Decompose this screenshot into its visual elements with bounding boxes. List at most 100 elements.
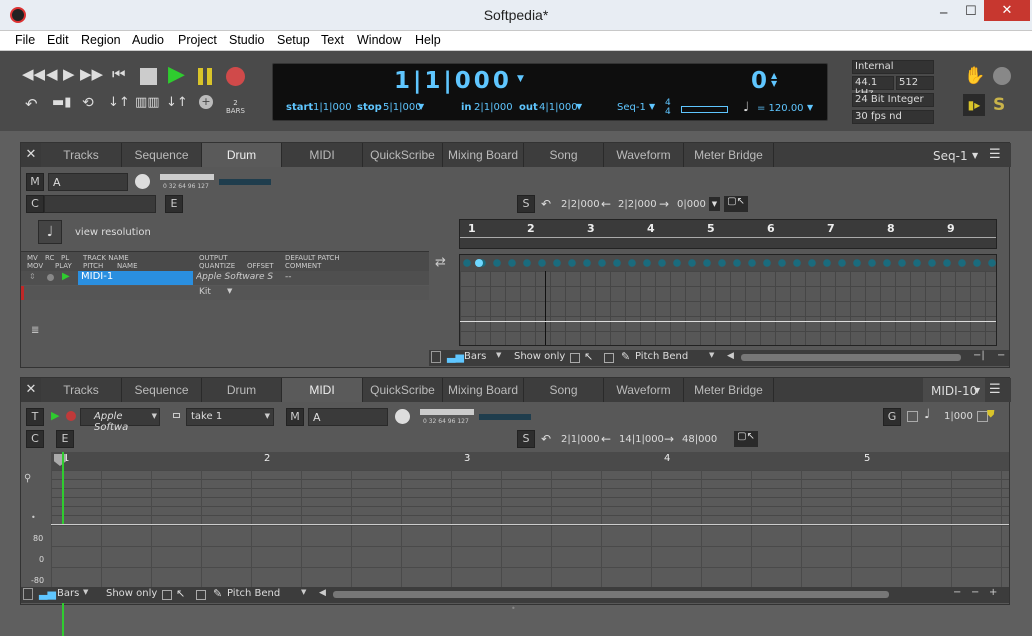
add-track-icon[interactable]: ≣	[31, 325, 39, 336]
midi-pencil-icon[interactable]: ✎	[213, 587, 222, 600]
tempo-slider[interactable]	[681, 106, 728, 113]
seq-select[interactable]: Seq-1	[933, 149, 968, 163]
track-row[interactable]: ⇕ ▶ MIDI-1 Apple Software S --	[21, 271, 429, 285]
stop-dropdown-icon[interactable]: ▼	[418, 102, 424, 111]
play-enable-icon[interactable]: ▶	[62, 271, 70, 282]
bars-label[interactable]: Bars	[464, 351, 486, 362]
menu-setup[interactable]: Setup	[277, 33, 310, 47]
frame-rate[interactable]: 30 fps nd	[852, 110, 934, 124]
pause-button[interactable]	[198, 68, 212, 85]
rewind-fast-icon[interactable]: ◀◀	[22, 65, 45, 83]
midi-zoom-out-icon[interactable]: −	[953, 587, 961, 598]
grid-checkbox[interactable]	[907, 411, 918, 422]
midi-automation-field[interactable]: A	[308, 408, 388, 426]
return-to-start-icon[interactable]: ⏮	[112, 65, 126, 83]
grid-button[interactable]: G	[883, 408, 901, 426]
midi-pan-knob[interactable]	[395, 409, 410, 424]
buffer-size[interactable]: 512	[896, 76, 934, 90]
swap-icon[interactable]: ⇄	[435, 255, 446, 270]
meter-bottom[interactable]: 4	[665, 107, 671, 117]
sync-source[interactable]: Internal	[852, 60, 934, 74]
tab-mixing-board[interactable]: Mixing Board	[443, 143, 524, 167]
selected-hit[interactable]	[475, 259, 483, 267]
tab-meter-bridge[interactable]: Meter Bridge	[684, 378, 774, 402]
tab-sequence[interactable]: Sequence	[122, 378, 202, 402]
midi-nav-forward-icon[interactable]: →	[664, 432, 674, 446]
c-button[interactable]: C	[26, 195, 44, 213]
tempo-value[interactable]: = 120.00	[757, 103, 804, 114]
hand-icon[interactable]: ✋	[964, 66, 985, 86]
track-button[interactable]: T	[26, 408, 44, 426]
sequence-dropdown-icon[interactable]: ▼	[649, 102, 655, 111]
resolution-note-icon[interactable]: ♩	[38, 220, 62, 244]
sample-rate[interactable]: 44.1 kHz	[852, 76, 894, 99]
midi-c-button[interactable]: C	[26, 430, 44, 448]
metronome-add-icon[interactable]: +	[199, 95, 213, 109]
mute-button[interactable]: M	[26, 173, 44, 191]
tab-mixing-board[interactable]: Mixing Board	[443, 378, 524, 402]
secondary-counter-dropdown-icon[interactable]: ▲ ▼	[771, 72, 777, 88]
tempo-dropdown-icon[interactable]: ▼	[807, 103, 813, 112]
select-tool-icon[interactable]: ▢↖	[724, 196, 748, 212]
midi-nav-pos3[interactable]: 48|000	[682, 434, 717, 445]
snap-button[interactable]: S	[517, 195, 535, 213]
midi-pitch-bend-label[interactable]: Pitch Bend	[227, 588, 280, 599]
menu-region[interactable]: Region	[81, 33, 121, 47]
menu-file[interactable]: File	[15, 33, 35, 47]
nav-pos3[interactable]: 0|000	[677, 199, 706, 210]
close-panel-icon[interactable]: ✕	[21, 143, 41, 167]
kit-dropdown-icon[interactable]: ▼	[227, 287, 232, 295]
out-dropdown-icon[interactable]: ▼	[576, 102, 582, 111]
midi-nav-pos2[interactable]: 14|1|000	[619, 434, 664, 445]
nav-back-icon[interactable]: ←	[601, 197, 611, 211]
show-only-checkbox[interactable]	[570, 353, 580, 363]
tab-quickscribe[interactable]: QuickScribe	[363, 143, 443, 167]
pitch-bend-label[interactable]: Pitch Bend	[635, 351, 688, 362]
move-icon[interactable]: ⇕	[29, 272, 36, 281]
sequence-select[interactable]: Seq-1	[617, 102, 646, 113]
record-enable-icon[interactable]	[47, 274, 54, 281]
tab-tracks[interactable]: Tracks	[41, 143, 122, 167]
midi-ruler[interactable]: 1 2 3 4 5	[51, 452, 1009, 470]
nav-undo-icon[interactable]: ↶	[541, 197, 551, 211]
midi-nav-back-icon[interactable]: ←	[601, 432, 611, 446]
midi-record-enable-icon[interactable]	[66, 411, 76, 421]
velocity-lane[interactable]	[51, 525, 1009, 587]
midi-seq-label[interactable]: MIDI-10	[931, 384, 977, 398]
track-name-field[interactable]: MIDI-1	[78, 271, 193, 285]
seq-dropdown-icon[interactable]: ▼	[972, 151, 978, 160]
midi-select-cursor-icon[interactable]: ↖	[176, 587, 185, 600]
scroll-left-icon[interactable]: ◀	[727, 351, 734, 361]
grid-view-icon[interactable]	[431, 351, 441, 363]
undo-icon[interactable]: ↶	[25, 95, 38, 113]
drum-grid[interactable]	[459, 254, 997, 346]
forward-icon[interactable]: ▶	[63, 65, 75, 83]
record-button[interactable]	[226, 67, 245, 86]
take-select[interactable]: take 1 ▼	[186, 408, 274, 426]
grid-value[interactable]: 1|000	[944, 411, 973, 422]
midi-pitch-bend-dropdown-icon[interactable]: ▼	[301, 588, 306, 596]
midi-play-enable-icon[interactable]: ▶	[51, 409, 59, 422]
solo-icon[interactable]: S	[993, 95, 1005, 115]
tab-meter-bridge[interactable]: Meter Bridge	[684, 143, 774, 167]
main-counter[interactable]: 1|1|000	[394, 68, 512, 94]
punch-out-icon[interactable]: ↓↑	[166, 95, 188, 110]
instrument-select[interactable]: Apple Softwa ▼	[80, 408, 160, 433]
tab-sequence[interactable]: Sequence	[122, 143, 202, 167]
patch-field[interactable]: --	[285, 272, 292, 282]
punch-in-icon[interactable]: ↓↑	[108, 95, 130, 110]
in-value[interactable]: 2|1|000	[474, 102, 513, 113]
midi-panel-menu-icon[interactable]: ☰	[989, 382, 1001, 397]
play-button[interactable]: ▶	[168, 62, 185, 87]
tab-tracks[interactable]: Tracks	[41, 378, 122, 402]
tab-quickscribe[interactable]: QuickScribe	[363, 378, 443, 402]
output-field[interactable]: Apple Software S	[196, 272, 276, 282]
minimize-button[interactable]: ─	[940, 6, 947, 20]
bars-icon[interactable]: ▃▅	[447, 350, 464, 363]
menu-studio[interactable]: Studio	[229, 33, 264, 47]
stop-button[interactable]	[140, 68, 157, 85]
pitch-bend-checkbox[interactable]	[604, 353, 614, 363]
midi-pitch-bend-checkbox[interactable]	[196, 590, 206, 600]
tab-song[interactable]: Song	[524, 378, 604, 402]
nav-pos1[interactable]: 2|2|000	[561, 199, 600, 210]
